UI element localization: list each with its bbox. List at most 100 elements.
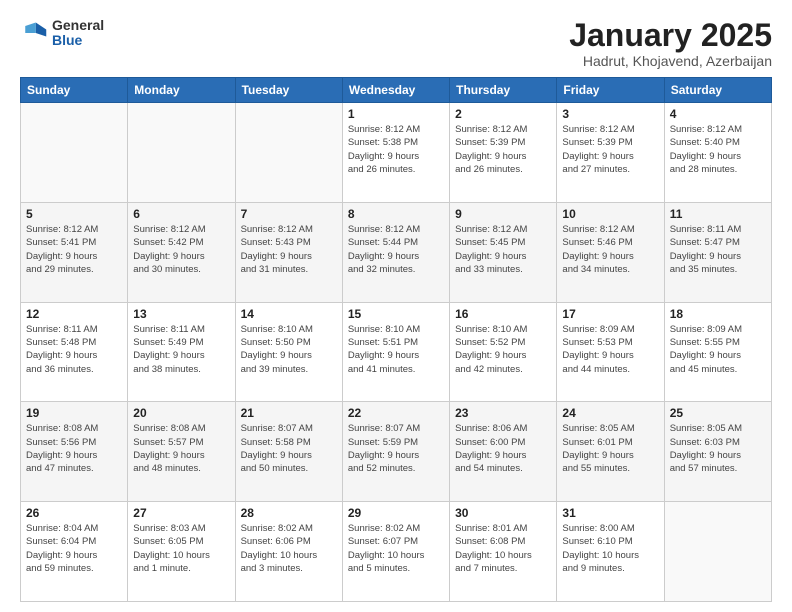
calendar-cell xyxy=(21,103,128,203)
day-number: 26 xyxy=(26,506,122,520)
calendar-week-row: 1Sunrise: 8:12 AM Sunset: 5:38 PM Daylig… xyxy=(21,103,772,203)
calendar-cell: 23 Sunrise: 8:06 AM Sunset: 6:00 PM Dayli… xyxy=(450,402,557,502)
day-info: Sunrise: 8:02 AM Sunset: 6:07 PM Dayligh… xyxy=(348,522,444,575)
calendar-cell: 27Sunrise: 8:03 AM Sunset: 6:05 PM Dayli… xyxy=(128,502,235,602)
page: General Blue January 2025 Hadrut, Khojav… xyxy=(0,0,792,612)
logo-text: General Blue xyxy=(52,18,104,49)
calendar-table: SundayMondayTuesdayWednesdayThursdayFrid… xyxy=(20,77,772,602)
calendar-cell: 30 Sunrise: 8:01 AM Sunset: 6:08 PM Dayli… xyxy=(450,502,557,602)
title-block: January 2025 Hadrut, Khojavend, Azerbaij… xyxy=(569,18,772,69)
day-info: Sunrise: 8:10 AM Sunset: 5:51 PM Dayligh… xyxy=(348,323,444,376)
day-number: 14 xyxy=(241,307,337,321)
day-number: 5 xyxy=(26,207,122,221)
day-number: 27 xyxy=(133,506,229,520)
day-number: 8 xyxy=(348,207,444,221)
day-info: Sunrise: 8:07 AM Sunset: 5:58 PM Dayligh… xyxy=(241,422,337,475)
day-number: 17 xyxy=(562,307,658,321)
day-header-sunday: Sunday xyxy=(21,78,128,103)
calendar-cell: 19 Sunrise: 8:08 AM Sunset: 5:56 PM Dayli… xyxy=(21,402,128,502)
day-info: Sunrise: 8:12 AM Sunset: 5:39 PM Dayligh… xyxy=(455,123,551,176)
calendar-cell: 2 Sunrise: 8:12 AM Sunset: 5:39 PM Daylig… xyxy=(450,103,557,203)
day-info: Sunrise: 8:12 AM Sunset: 5:41 PM Dayligh… xyxy=(26,223,122,276)
calendar-cell: 15Sunrise: 8:10 AM Sunset: 5:51 PM Dayli… xyxy=(342,302,449,402)
calendar-location: Hadrut, Khojavend, Azerbaijan xyxy=(569,53,772,69)
day-info: Sunrise: 8:10 AM Sunset: 5:52 PM Dayligh… xyxy=(455,323,551,376)
day-header-wednesday: Wednesday xyxy=(342,78,449,103)
day-number: 28 xyxy=(241,506,337,520)
day-number: 18 xyxy=(670,307,766,321)
calendar-title: January 2025 xyxy=(569,18,772,53)
calendar-cell: 13 Sunrise: 8:11 AM Sunset: 5:49 PM Dayli… xyxy=(128,302,235,402)
day-info: Sunrise: 8:07 AM Sunset: 5:59 PM Dayligh… xyxy=(348,422,444,475)
day-header-thursday: Thursday xyxy=(450,78,557,103)
day-info: Sunrise: 8:11 AM Sunset: 5:47 PM Dayligh… xyxy=(670,223,766,276)
calendar-cell: 14 Sunrise: 8:10 AM Sunset: 5:50 PM Dayli… xyxy=(235,302,342,402)
day-number: 13 xyxy=(133,307,229,321)
calendar-cell: 5 Sunrise: 8:12 AM Sunset: 5:41 PM Daylig… xyxy=(21,202,128,302)
day-number: 6 xyxy=(133,207,229,221)
day-number: 7 xyxy=(241,207,337,221)
day-number: 29 xyxy=(348,506,444,520)
calendar-cell: 17 Sunrise: 8:09 AM Sunset: 5:53 PM Dayli… xyxy=(557,302,664,402)
calendar-cell: 18 Sunrise: 8:09 AM Sunset: 5:55 PM Dayli… xyxy=(664,302,771,402)
day-number: 4 xyxy=(670,107,766,121)
day-number: 19 xyxy=(26,406,122,420)
calendar-week-row: 26Sunrise: 8:04 AM Sunset: 6:04 PM Dayli… xyxy=(21,502,772,602)
day-header-tuesday: Tuesday xyxy=(235,78,342,103)
calendar-cell: 9Sunrise: 8:12 AM Sunset: 5:45 PM Daylig… xyxy=(450,202,557,302)
day-info: Sunrise: 8:12 AM Sunset: 5:42 PM Dayligh… xyxy=(133,223,229,276)
calendar-week-row: 19 Sunrise: 8:08 AM Sunset: 5:56 PM Dayli… xyxy=(21,402,772,502)
day-info: Sunrise: 8:08 AM Sunset: 5:56 PM Dayligh… xyxy=(26,422,122,475)
day-header-monday: Monday xyxy=(128,78,235,103)
day-info: Sunrise: 8:12 AM Sunset: 5:40 PM Dayligh… xyxy=(670,123,766,176)
calendar-cell: 20Sunrise: 8:08 AM Sunset: 5:57 PM Dayli… xyxy=(128,402,235,502)
day-info: Sunrise: 8:11 AM Sunset: 5:48 PM Dayligh… xyxy=(26,323,122,376)
day-info: Sunrise: 8:12 AM Sunset: 5:43 PM Dayligh… xyxy=(241,223,337,276)
calendar-cell: 1Sunrise: 8:12 AM Sunset: 5:38 PM Daylig… xyxy=(342,103,449,203)
day-info: Sunrise: 8:06 AM Sunset: 6:00 PM Dayligh… xyxy=(455,422,551,475)
calendar-week-row: 5 Sunrise: 8:12 AM Sunset: 5:41 PM Daylig… xyxy=(21,202,772,302)
calendar-cell xyxy=(664,502,771,602)
calendar-week-row: 12Sunrise: 8:11 AM Sunset: 5:48 PM Dayli… xyxy=(21,302,772,402)
day-number: 31 xyxy=(562,506,658,520)
day-info: Sunrise: 8:01 AM Sunset: 6:08 PM Dayligh… xyxy=(455,522,551,575)
header: General Blue January 2025 Hadrut, Khojav… xyxy=(20,18,772,69)
day-info: Sunrise: 8:12 AM Sunset: 5:46 PM Dayligh… xyxy=(562,223,658,276)
day-info: Sunrise: 8:05 AM Sunset: 6:03 PM Dayligh… xyxy=(670,422,766,475)
day-info: Sunrise: 8:09 AM Sunset: 5:53 PM Dayligh… xyxy=(562,323,658,376)
calendar-cell: 6 Sunrise: 8:12 AM Sunset: 5:42 PM Daylig… xyxy=(128,202,235,302)
calendar-cell: 28 Sunrise: 8:02 AM Sunset: 6:06 PM Dayli… xyxy=(235,502,342,602)
day-info: Sunrise: 8:10 AM Sunset: 5:50 PM Dayligh… xyxy=(241,323,337,376)
day-number: 24 xyxy=(562,406,658,420)
day-number: 9 xyxy=(455,207,551,221)
logo-general-text: General xyxy=(52,18,104,33)
day-info: Sunrise: 8:11 AM Sunset: 5:49 PM Dayligh… xyxy=(133,323,229,376)
calendar-cell xyxy=(128,103,235,203)
day-info: Sunrise: 8:09 AM Sunset: 5:55 PM Dayligh… xyxy=(670,323,766,376)
calendar-header-row: SundayMondayTuesdayWednesdayThursdayFrid… xyxy=(21,78,772,103)
day-number: 30 xyxy=(455,506,551,520)
logo-blue-text: Blue xyxy=(52,33,104,48)
calendar-cell: 7 Sunrise: 8:12 AM Sunset: 5:43 PM Daylig… xyxy=(235,202,342,302)
logo-icon xyxy=(20,19,48,47)
calendar-cell: 16 Sunrise: 8:10 AM Sunset: 5:52 PM Dayli… xyxy=(450,302,557,402)
day-info: Sunrise: 8:12 AM Sunset: 5:39 PM Dayligh… xyxy=(562,123,658,176)
day-number: 3 xyxy=(562,107,658,121)
logo: General Blue xyxy=(20,18,104,49)
calendar-cell: 24Sunrise: 8:05 AM Sunset: 6:01 PM Dayli… xyxy=(557,402,664,502)
day-info: Sunrise: 8:08 AM Sunset: 5:57 PM Dayligh… xyxy=(133,422,229,475)
calendar-cell: 12Sunrise: 8:11 AM Sunset: 5:48 PM Dayli… xyxy=(21,302,128,402)
day-number: 21 xyxy=(241,406,337,420)
calendar-cell: 26Sunrise: 8:04 AM Sunset: 6:04 PM Dayli… xyxy=(21,502,128,602)
day-number: 23 xyxy=(455,406,551,420)
calendar-cell: 21 Sunrise: 8:07 AM Sunset: 5:58 PM Dayli… xyxy=(235,402,342,502)
day-number: 16 xyxy=(455,307,551,321)
day-number: 25 xyxy=(670,406,766,420)
calendar-cell: 8Sunrise: 8:12 AM Sunset: 5:44 PM Daylig… xyxy=(342,202,449,302)
calendar-cell: 22Sunrise: 8:07 AM Sunset: 5:59 PM Dayli… xyxy=(342,402,449,502)
day-header-saturday: Saturday xyxy=(664,78,771,103)
day-info: Sunrise: 8:02 AM Sunset: 6:06 PM Dayligh… xyxy=(241,522,337,575)
day-header-friday: Friday xyxy=(557,78,664,103)
calendar-cell: 31Sunrise: 8:00 AM Sunset: 6:10 PM Dayli… xyxy=(557,502,664,602)
day-number: 2 xyxy=(455,107,551,121)
